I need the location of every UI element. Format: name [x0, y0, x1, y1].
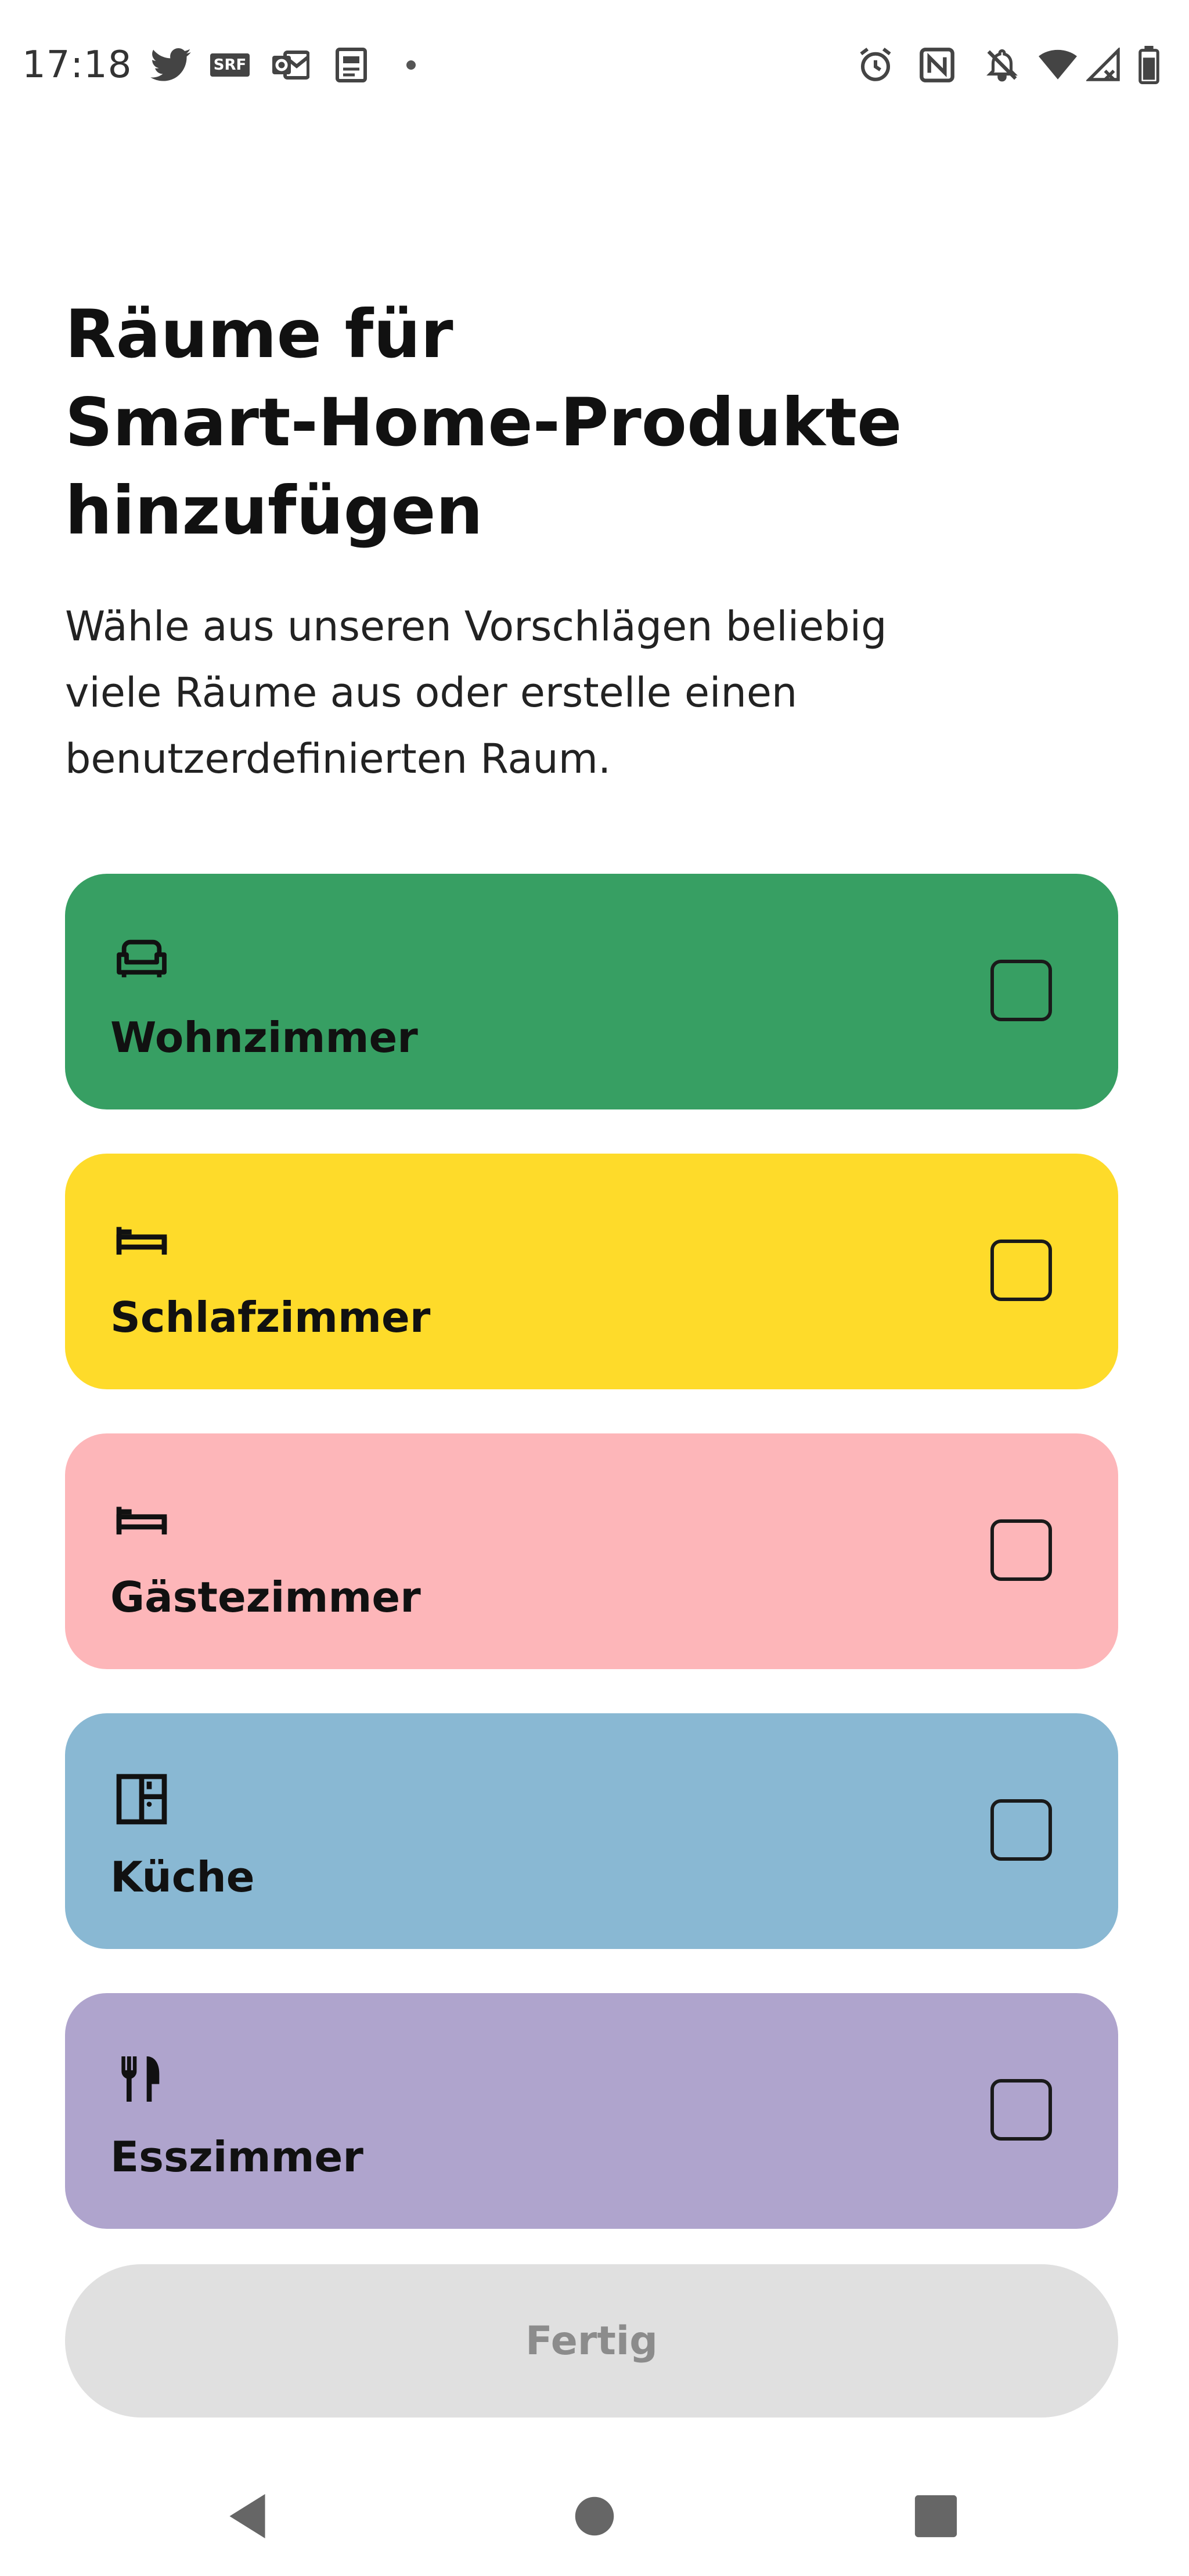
- room-label: Küche: [110, 1853, 255, 1901]
- srf-icon: SRF: [207, 43, 253, 87]
- room-card-wohnzimmer[interactable]: Wohnzimmer: [65, 874, 1118, 1109]
- back-icon[interactable]: [212, 2481, 282, 2551]
- bed-icon: [111, 1209, 172, 1270]
- page-description-line: Wähle aus unseren Vorschlägen beliebig: [65, 603, 887, 650]
- room-label: Esszimmer: [110, 2132, 363, 2181]
- done-button[interactable]: Fertig: [65, 2264, 1118, 2418]
- home-icon[interactable]: [560, 2481, 629, 2551]
- navigation-bar: [0, 2456, 1189, 2576]
- page-title-line: Smart-Home-Produkte: [65, 384, 902, 461]
- page-description-line: viele Räume aus oder erstelle einen: [65, 669, 798, 716]
- room-label: Schlafzimmer: [110, 1293, 431, 1342]
- room-card-esszimmer[interactable]: Esszimmer: [65, 1993, 1118, 2229]
- cutlery-icon: [111, 2049, 172, 2109]
- sofa-icon: [111, 929, 172, 990]
- twitter-icon: [149, 43, 193, 87]
- nfc-icon: [915, 43, 959, 87]
- room-checkbox-kueche[interactable]: [990, 1799, 1052, 1861]
- room-checkbox-gaestezimmer[interactable]: [990, 1519, 1052, 1581]
- room-card-schlafzimmer[interactable]: Schlafzimmer: [65, 1154, 1118, 1389]
- room-card-gaestezimmer[interactable]: Gästezimmer: [65, 1433, 1118, 1669]
- wifi-icon: [1036, 43, 1080, 87]
- fridge-icon: [111, 1769, 172, 1829]
- outlook-icon: [268, 43, 312, 87]
- page-title: Räume für Smart-Home-Produkte hinzufügen: [65, 290, 1110, 555]
- room-list: Wohnzimmer Schlafzimmer Gästezimmer Küch…: [65, 874, 1118, 2273]
- page-description-line: benutzerdefinierten Raum.: [65, 735, 611, 783]
- room-card-kueche[interactable]: Küche: [65, 1713, 1118, 1949]
- page-title-line: Räume für: [65, 296, 453, 373]
- news-app-icon: [331, 43, 372, 87]
- page-description: Wähle aus unseren Vorschlägen beliebig v…: [65, 593, 994, 792]
- status-bar: 17:18 SRF: [0, 0, 1189, 134]
- alarm-icon: [853, 43, 898, 87]
- room-label: Wohnzimmer: [110, 1013, 418, 1062]
- battery-icon: [1134, 43, 1163, 87]
- notification-dot-icon: [399, 43, 423, 87]
- room-checkbox-esszimmer[interactable]: [990, 2079, 1052, 2141]
- status-time: 17:18: [22, 44, 132, 87]
- cell-signal-icon: [1083, 43, 1124, 87]
- room-label: Gästezimmer: [110, 1573, 421, 1622]
- room-checkbox-schlafzimmer[interactable]: [990, 1240, 1052, 1301]
- bell-off-icon: [980, 43, 1024, 87]
- recents-icon[interactable]: [901, 2481, 971, 2551]
- room-checkbox-wohnzimmer[interactable]: [990, 960, 1052, 1021]
- bed-icon: [111, 1489, 172, 1550]
- page-title-line: hinzufügen: [65, 472, 483, 549]
